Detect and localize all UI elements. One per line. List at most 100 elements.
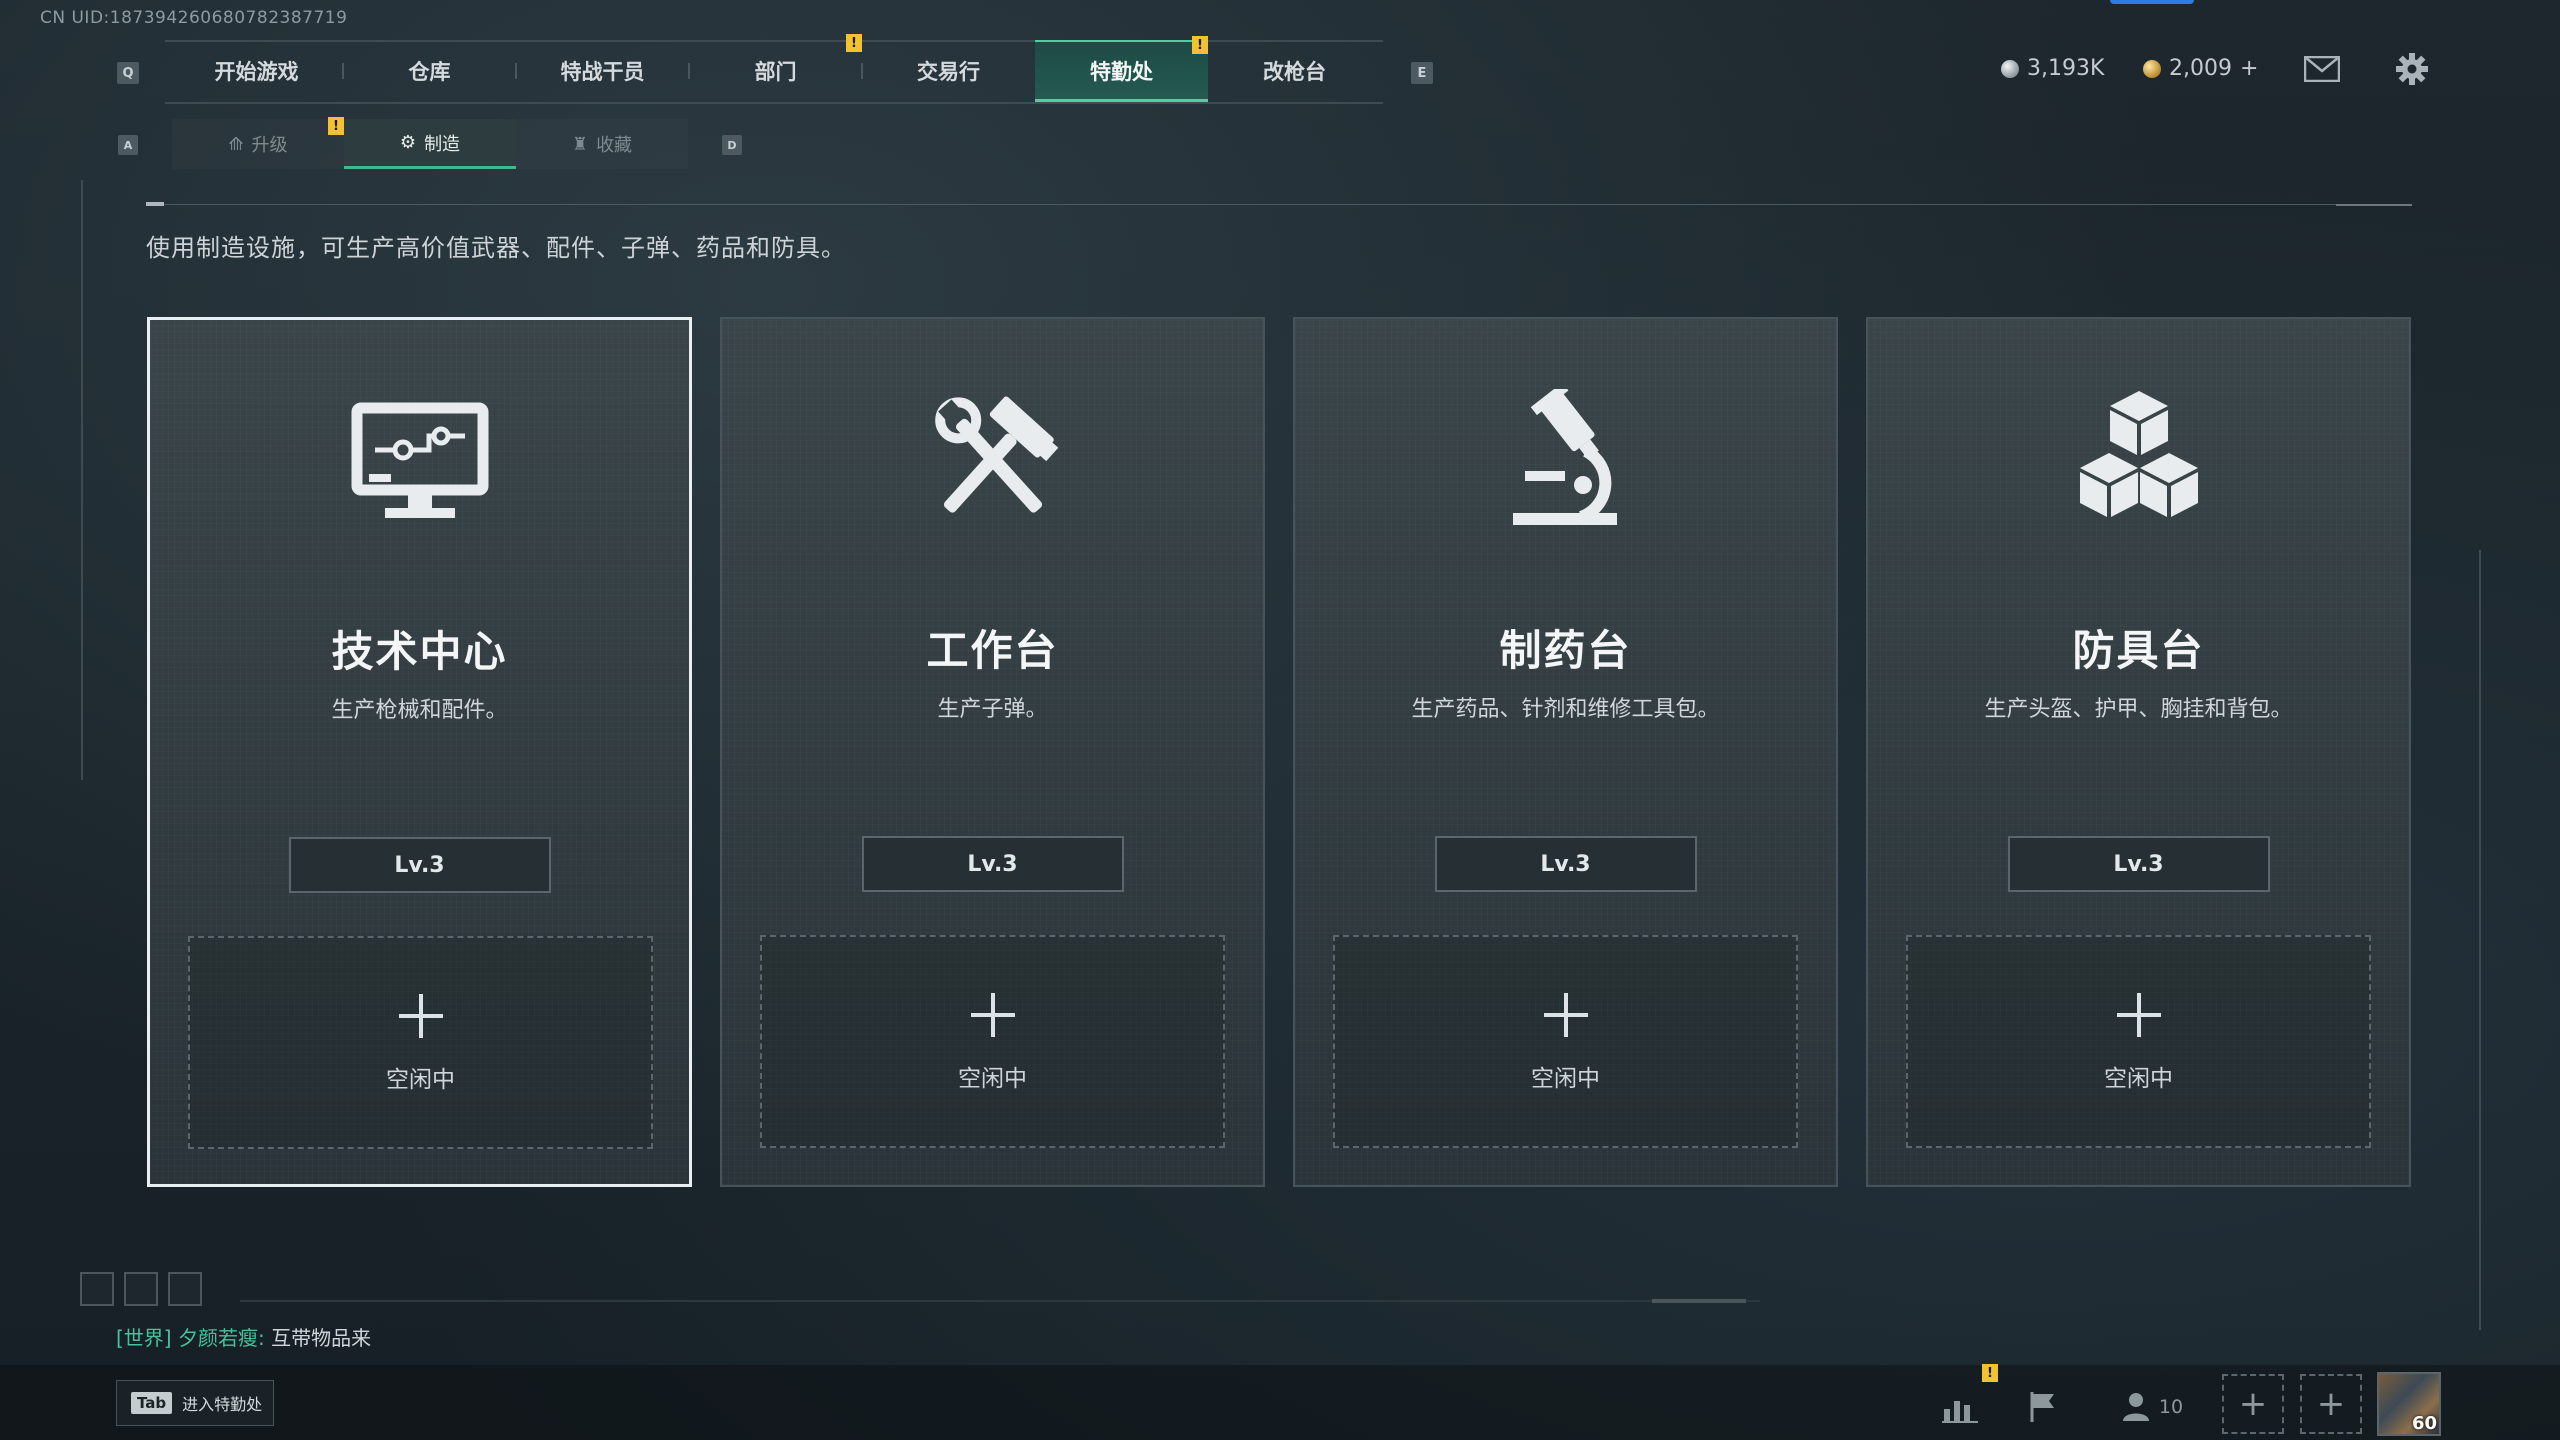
tab-label: 特勤处: [1090, 59, 1153, 84]
station-subtitle: 生产枪械和配件。: [331, 698, 508, 723]
station-card-tech-center[interactable]: 技术中心 生产枪械和配件。 Lv.3 空闲中: [147, 317, 692, 1187]
chat-sender[interactable]: 夕颜若瘦:: [178, 1326, 265, 1350]
right-frame-line: [2479, 550, 2481, 1330]
craft-slot[interactable]: 空闲中: [1906, 935, 2371, 1148]
slot-status: 空闲中: [958, 1066, 1027, 1092]
tab-start-game[interactable]: 开始游戏: [170, 40, 344, 102]
chat-line[interactable]: [世界] 夕颜若瘦: 互带物品来: [116, 1322, 371, 1351]
silver-coin-icon: [2001, 59, 2019, 78]
add-squad-slot[interactable]: +: [2222, 1374, 2284, 1434]
subnav-prev-key[interactable]: A: [118, 135, 138, 155]
station-card-armor[interactable]: 防具台 生产头盔、护甲、胸挂和背包。 Lv.3 空闲中: [1866, 317, 2411, 1187]
tab-label: 特战干员: [560, 60, 645, 84]
quick-slot[interactable]: [124, 1272, 158, 1306]
slot-status: 空闲中: [1531, 1066, 1600, 1092]
plus-icon: [2116, 993, 2161, 1037]
station-level-button[interactable]: Lv.3: [1434, 836, 1697, 892]
tab-trading[interactable]: 交易行: [862, 40, 1035, 102]
station-card-workbench[interactable]: 工作台 生产子弹。 Lv.3 空闲中: [720, 317, 1265, 1187]
station-title: 防具台: [2072, 626, 2205, 675]
tab-special-ops[interactable]: 特勤处 !: [1035, 36, 1208, 102]
cubes-icon: [2064, 389, 2214, 529]
alert-badge: !: [328, 117, 344, 135]
subtab-upgrade[interactable]: ⟰ 升级 !: [172, 117, 344, 169]
station-title: 制药台: [1499, 626, 1632, 675]
tab-warehouse[interactable]: 仓库: [343, 40, 517, 102]
craft-slot[interactable]: 空闲中: [188, 936, 653, 1149]
station-level-button[interactable]: Lv.3: [861, 836, 1124, 892]
stats-chart-icon[interactable]: [1938, 1385, 1982, 1429]
station-subtitle: 生产药品、针剂和维修工具包。: [1411, 697, 1720, 722]
tab-gunsmith[interactable]: 改枪台: [1208, 40, 1381, 102]
top-nav: 开始游戏 仓库 特战干员 部门 ! 交易行 特勤处 ! 改枪台: [170, 34, 1381, 102]
add-gold-button[interactable]: +: [2240, 56, 2258, 81]
top-blue-button[interactable]: [2110, 0, 2194, 4]
subtab-label: 收藏: [596, 135, 633, 156]
quick-slot[interactable]: [168, 1272, 202, 1306]
tab-department[interactable]: 部门 !: [689, 34, 863, 102]
station-title: 技术中心: [331, 627, 508, 676]
plus-icon: [1543, 993, 1588, 1037]
flag-icon[interactable]: [2021, 1385, 2065, 1429]
subtab-craft[interactable]: ⚙ 制造: [344, 119, 516, 169]
station-level-button[interactable]: Lv.3: [288, 837, 551, 893]
settings-gear-icon[interactable]: [2395, 52, 2429, 90]
silver-currency: 3,193K: [2001, 56, 2104, 81]
friends-icon: [2122, 1393, 2149, 1421]
subnav-next-key[interactable]: D: [722, 135, 742, 155]
mail-icon[interactable]: [2303, 55, 2341, 86]
upgrade-icon: ⟰: [228, 133, 244, 155]
plus-icon: [970, 993, 1015, 1037]
microscope-icon: [1491, 382, 1641, 529]
craft-slot[interactable]: 空闲中: [760, 935, 1225, 1148]
silver-amount: 3,193K: [2027, 56, 2105, 81]
quick-slots: [80, 1272, 202, 1306]
station-level-button[interactable]: Lv.3: [2007, 836, 2270, 892]
player-avatar[interactable]: 60: [2377, 1372, 2441, 1436]
trophy-icon: ♜: [571, 133, 589, 155]
add-squad-slot[interactable]: +: [2300, 1374, 2362, 1434]
plus-icon: [398, 994, 443, 1038]
page-description: 使用制造设施，可生产高价值武器、配件、子弹、药品和防具。: [146, 234, 846, 262]
subtab-label: 升级: [251, 135, 288, 156]
player-level-badge: 60: [2411, 1413, 2437, 1434]
subtab-label: 制造: [424, 133, 461, 155]
slot-status: 空闲中: [2104, 1066, 2173, 1092]
nav-bottom-rule: [165, 102, 1383, 104]
gold-currency[interactable]: 2,009 +: [2143, 56, 2258, 81]
left-frame-line: [81, 180, 83, 780]
tab-label: 仓库: [408, 60, 451, 84]
gear-icon: ⚙: [399, 132, 417, 153]
hammer-wrench-icon: [918, 389, 1068, 529]
tab-label: 开始游戏: [214, 60, 299, 84]
gold-coin-icon: [2143, 59, 2161, 78]
tab-label: 改枪台: [1263, 60, 1326, 84]
friends-count: 10: [2158, 1396, 2184, 1418]
alert-badge: !: [1192, 36, 1208, 54]
alert-badge: !: [846, 34, 862, 52]
station-subtitle: 生产头盔、护甲、胸挂和背包。: [1984, 697, 2293, 722]
tab-hint-label: 进入特勤处: [182, 1395, 263, 1414]
nav-prev-key[interactable]: Q: [117, 62, 139, 84]
craft-slot[interactable]: 空闲中: [1333, 935, 1798, 1148]
slot-status: 空闲中: [386, 1067, 455, 1093]
progress-track: [240, 1300, 1760, 1302]
alert-badge: !: [1982, 1364, 1998, 1382]
chat-message: 互带物品来: [271, 1326, 372, 1350]
tab-operators[interactable]: 特战干员: [516, 40, 690, 102]
station-card-pharmacy[interactable]: 制药台 生产药品、针剂和维修工具包。 Lv.3 空闲中: [1293, 317, 1838, 1187]
friends-button[interactable]: 10: [2112, 1385, 2192, 1429]
quick-slot[interactable]: [80, 1272, 114, 1306]
subtab-collection[interactable]: ♜ 收藏: [516, 119, 688, 169]
divider-marker: [2336, 204, 2412, 206]
station-title: 工作台: [926, 626, 1059, 675]
tab-label: 部门: [754, 60, 797, 84]
tab-label: 交易行: [917, 60, 980, 84]
progress-thumb: [1652, 1299, 1746, 1303]
chat-channel: [世界]: [116, 1326, 172, 1350]
nav-next-key[interactable]: E: [1411, 62, 1433, 84]
enter-special-ops-hint[interactable]: Tab 进入特勤处: [116, 1380, 274, 1426]
gold-amount: 2,009: [2169, 56, 2232, 81]
player-uid: CN UID:187394260680782387719: [40, 8, 348, 28]
computer-icon: [345, 390, 495, 530]
